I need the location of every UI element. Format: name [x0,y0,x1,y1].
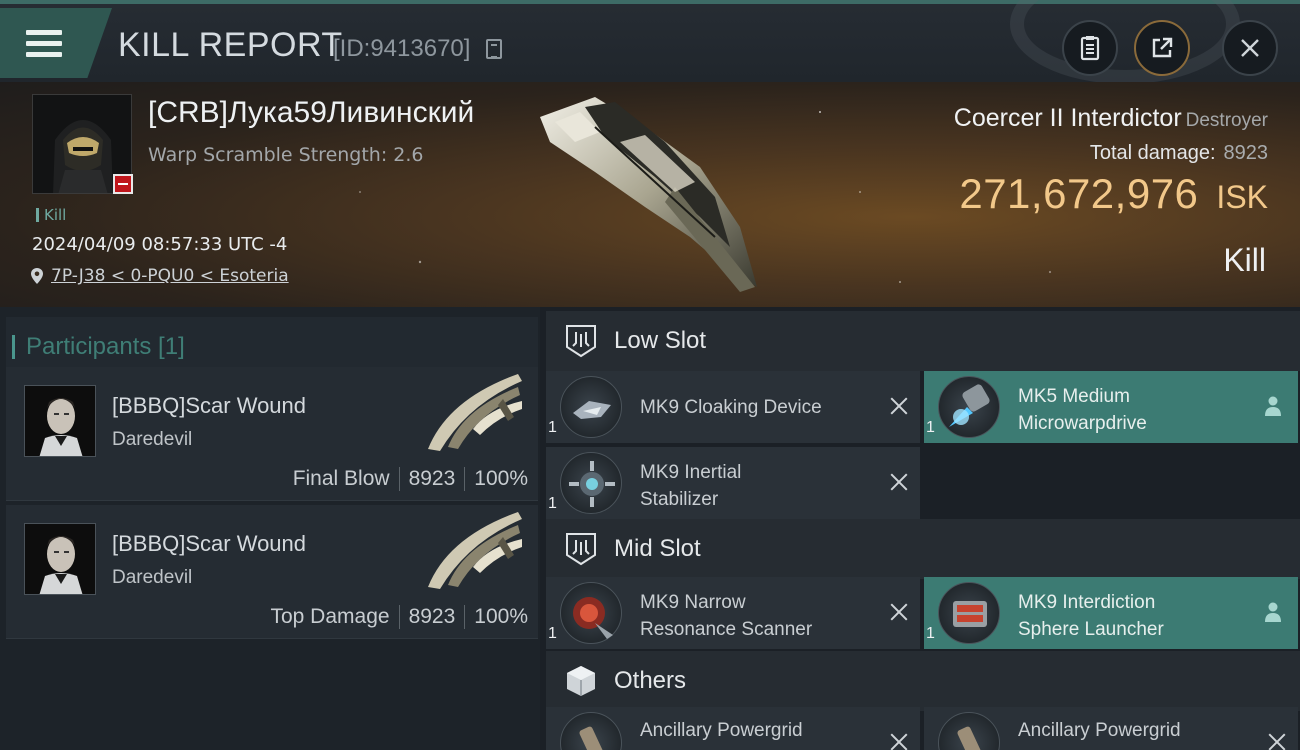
others-header: Others [546,651,1300,711]
location-link[interactable]: 7P-J38 < 0-PQU0 < Esoteria [30,266,289,286]
module-name: MK9 Narrow Resonance Scanner [640,592,813,640]
destroyed-icon [1268,733,1286,750]
participants-panel: Participants [1] [BBBQ]Scar Wound Darede… [0,307,540,750]
participant-stats: Final Blow 8923 100% [293,467,528,491]
share-button[interactable] [1134,20,1190,76]
microwarpdrive-icon [938,376,1000,438]
module-quantity: 1 [548,495,557,512]
interdiction-sphere-launcher-icon [938,582,1000,644]
resonance-scanner-icon [560,582,622,644]
kill-datetime: 2024/04/09 08:57:33 UTC -4 [32,234,288,255]
location-text: 7P-J38 < 0-PQU0 < Esoteria [51,266,289,286]
ancillary-powergrid-icon [560,712,622,750]
participant-ship: Daredevil [112,567,193,588]
module-name: MK5 Medium Microwarpdrive [1018,386,1147,434]
close-icon [1241,39,1259,57]
share-icon [1152,37,1173,58]
destroyed-icon [890,397,908,415]
person-icon [1265,602,1281,622]
isk-value: 271,672,976 ISK [959,170,1268,218]
clipboard-button[interactable] [1062,20,1118,76]
total-damage: Total damage: 8923 [1090,140,1268,165]
participant-avatar[interactable] [24,523,96,595]
location-pin-icon [31,268,43,284]
close-button[interactable] [1222,20,1278,76]
warp-scramble-strength: Warp Scramble Strength: 2.6 [148,144,424,166]
module-name: MK9 Cloaking Device [640,397,822,418]
outcome-label: Kill [1223,242,1266,278]
isk-amount: 271,672,976 [959,170,1199,217]
victim-ship[interactable]: Coercer II Interdictor Destroyer [954,104,1268,133]
destroyed-icon [890,473,908,491]
ancillary-powergrid-icon [938,712,1000,750]
clipboard-icon [1080,36,1100,61]
person-icon [1265,396,1281,416]
ship-class: Destroyer [1185,110,1268,131]
mid-slot-icon [566,533,596,566]
isk-currency: ISK [1216,179,1268,215]
participant-damage: 8923 [408,467,456,490]
others-title: Others [614,667,687,694]
copy-icon[interactable] [486,39,502,59]
module-item[interactable]: 1 MK9 Inertial Stabilizer [546,447,920,519]
loss-badge [113,174,133,194]
victim-banner: [CRB]Лука59Ливинский Warp Scramble Stren… [0,82,1300,307]
participant-damage-percent: 100% [474,467,528,490]
page-title: KILL REPORT [118,26,343,64]
fitting-panel: Low Slot 1 MK9 Cloaking Device 1 MK5 Med… [540,307,1300,750]
mid-slot-header: Mid Slot [546,519,1300,579]
module-quantity: 1 [926,419,935,436]
participant-ship-image [428,512,522,589]
participant-ship-image [428,374,522,451]
total-damage-value: 8923 [1223,142,1269,164]
victim-ship-image[interactable] [525,87,785,302]
destroyed-icon [890,733,908,750]
participants-title: Participants [1] [12,333,185,360]
kill-tag: Kill [36,206,66,224]
decorative-ring [1010,0,1240,84]
victim-name[interactable]: [CRB]Лука59Ливинский [148,96,474,130]
participant-blow-label: Final Blow [292,467,390,490]
module-item[interactable]: 1 MK5 Medium Microwarpdrive [924,371,1298,443]
participant-avatar[interactable] [24,385,96,457]
mid-slot-title: Mid Slot [614,535,701,562]
module-quantity: 1 [548,625,557,642]
destroyed-icon [890,603,908,621]
participant-blow-label: Top Damage [270,605,390,628]
total-damage-label: Total damage: [1089,142,1216,164]
cube-icon [567,666,595,696]
module-quantity: 1 [548,419,557,436]
module-quantity: 1 [926,625,935,642]
participant-row[interactable]: [BBBQ]Scar Wound Daredevil Top Damage 89… [6,505,538,639]
module-item[interactable]: Ancillary Powergrid [546,707,920,750]
participants-header: Participants [1] [6,317,538,373]
inertial-stabilizer-icon [560,452,622,514]
participant-ship: Daredevil [112,429,193,450]
top-bar: KILL REPORT [ID:9413670] [0,0,1300,84]
ship-name: Coercer II Interdictor [953,104,1182,132]
low-slot-header: Low Slot [546,311,1300,371]
menu-button[interactable] [0,8,112,78]
module-name: Ancillary Powergrid [640,720,803,741]
low-slot-title: Low Slot [614,327,707,354]
participant-stats: Top Damage 8923 100% [270,605,528,629]
participant-damage-percent: 100% [474,605,528,628]
module-name: MK9 Inertial Stabilizer [640,462,742,510]
module-item[interactable]: 1 MK9 Interdiction Sphere Launcher [924,577,1298,649]
report-id: [ID:9413670] [333,35,471,62]
participant-damage: 8923 [408,605,456,628]
menu-icon [26,30,62,58]
module-name: Ancillary Powergrid [1018,720,1181,741]
low-slot-icon [566,325,596,358]
participant-row[interactable]: [BBBQ]Scar Wound Daredevil Final Blow 89… [6,367,538,501]
cloaking-device-icon [560,376,622,438]
module-item[interactable]: 1 MK9 Cloaking Device [546,371,920,443]
participant-name: [BBBQ]Scar Wound [112,393,307,418]
participant-name: [BBBQ]Scar Wound [112,531,307,556]
module-item[interactable]: Ancillary Powergrid [924,707,1298,750]
module-name: MK9 Interdiction Sphere Launcher [1018,592,1164,640]
module-item[interactable]: 1 MK9 Narrow Resonance Scanner [546,577,920,649]
